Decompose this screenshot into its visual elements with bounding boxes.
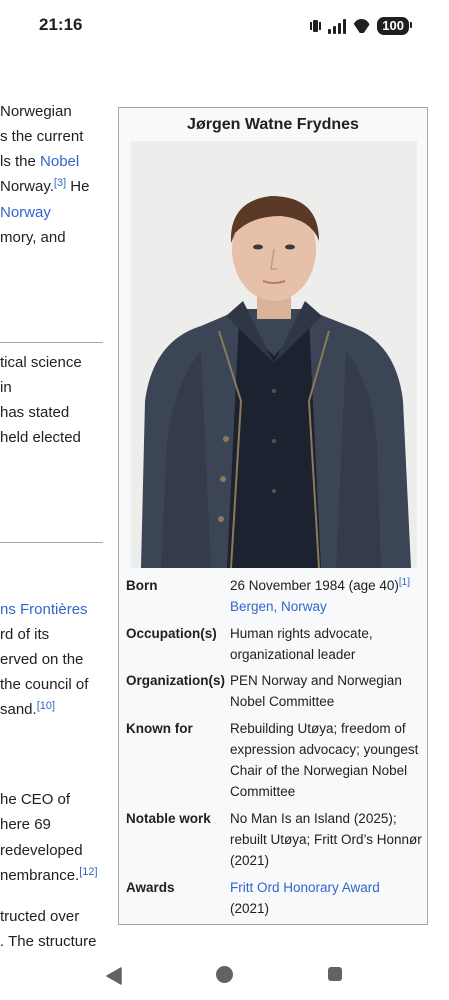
back-icon[interactable] [106,967,122,985]
recents-icon[interactable] [328,967,342,981]
article-line: ls the Nobel [0,153,80,170]
citation-1[interactable]: [1] [399,577,410,588]
article-line: erved on the [0,651,84,668]
article-line: ns Frontières [0,597,88,622]
article-line: tical science [0,354,82,371]
citation-10[interactable]: [10] [37,700,55,712]
article-line: sand.[10] [0,700,56,719]
person-photo[interactable] [131,141,417,568]
signal-icon [328,18,347,34]
article-line: Norway.[3] He [0,177,90,196]
citation-3[interactable]: [3] [54,177,66,189]
article-body: Norwegian s the current ls the Nobel Nor… [0,0,110,960]
link-bergen-norway[interactable]: Bergen, Norway [230,599,327,614]
article-line: here 69 [0,816,51,833]
infobox-title: Jørgen Watne Frydnes [187,116,359,133]
article-line: rd of its [0,626,50,643]
home-icon[interactable] [216,966,233,983]
article-line: Norwegian [0,103,72,120]
article-line: he CEO of [0,791,71,808]
vibrate-icon [310,18,322,34]
article-line: . The structure [0,933,97,950]
battery-icon: 100 [377,17,412,35]
section-divider [0,542,103,543]
link-msf[interactable]: ns Frontières [0,601,88,618]
section-divider [0,342,103,343]
link-nobel[interactable]: Nobel [40,153,79,170]
article-line: mory, and [0,229,66,246]
article-line: has stated [0,404,70,421]
article-line: nembrance.[12] [0,866,98,885]
article-line: tructed over [0,908,80,925]
citation-12[interactable]: [12] [79,866,97,878]
article-line: Norway [0,200,51,225]
status-icons: 100 [310,16,412,36]
article-line: s the current [0,128,84,145]
article-line: in [0,379,12,396]
infobox: Jørgen Watne Frydnes Born 26 November 19… [118,107,428,925]
wifi-icon [353,19,370,33]
article-line: held elected [0,429,81,446]
article-line: the council of [0,676,89,693]
link-fritt-ord-award[interactable]: Fritt Ord Honorary Award [230,880,380,895]
link-norway[interactable]: Norway [0,204,51,221]
article-line: redeveloped [0,842,83,859]
